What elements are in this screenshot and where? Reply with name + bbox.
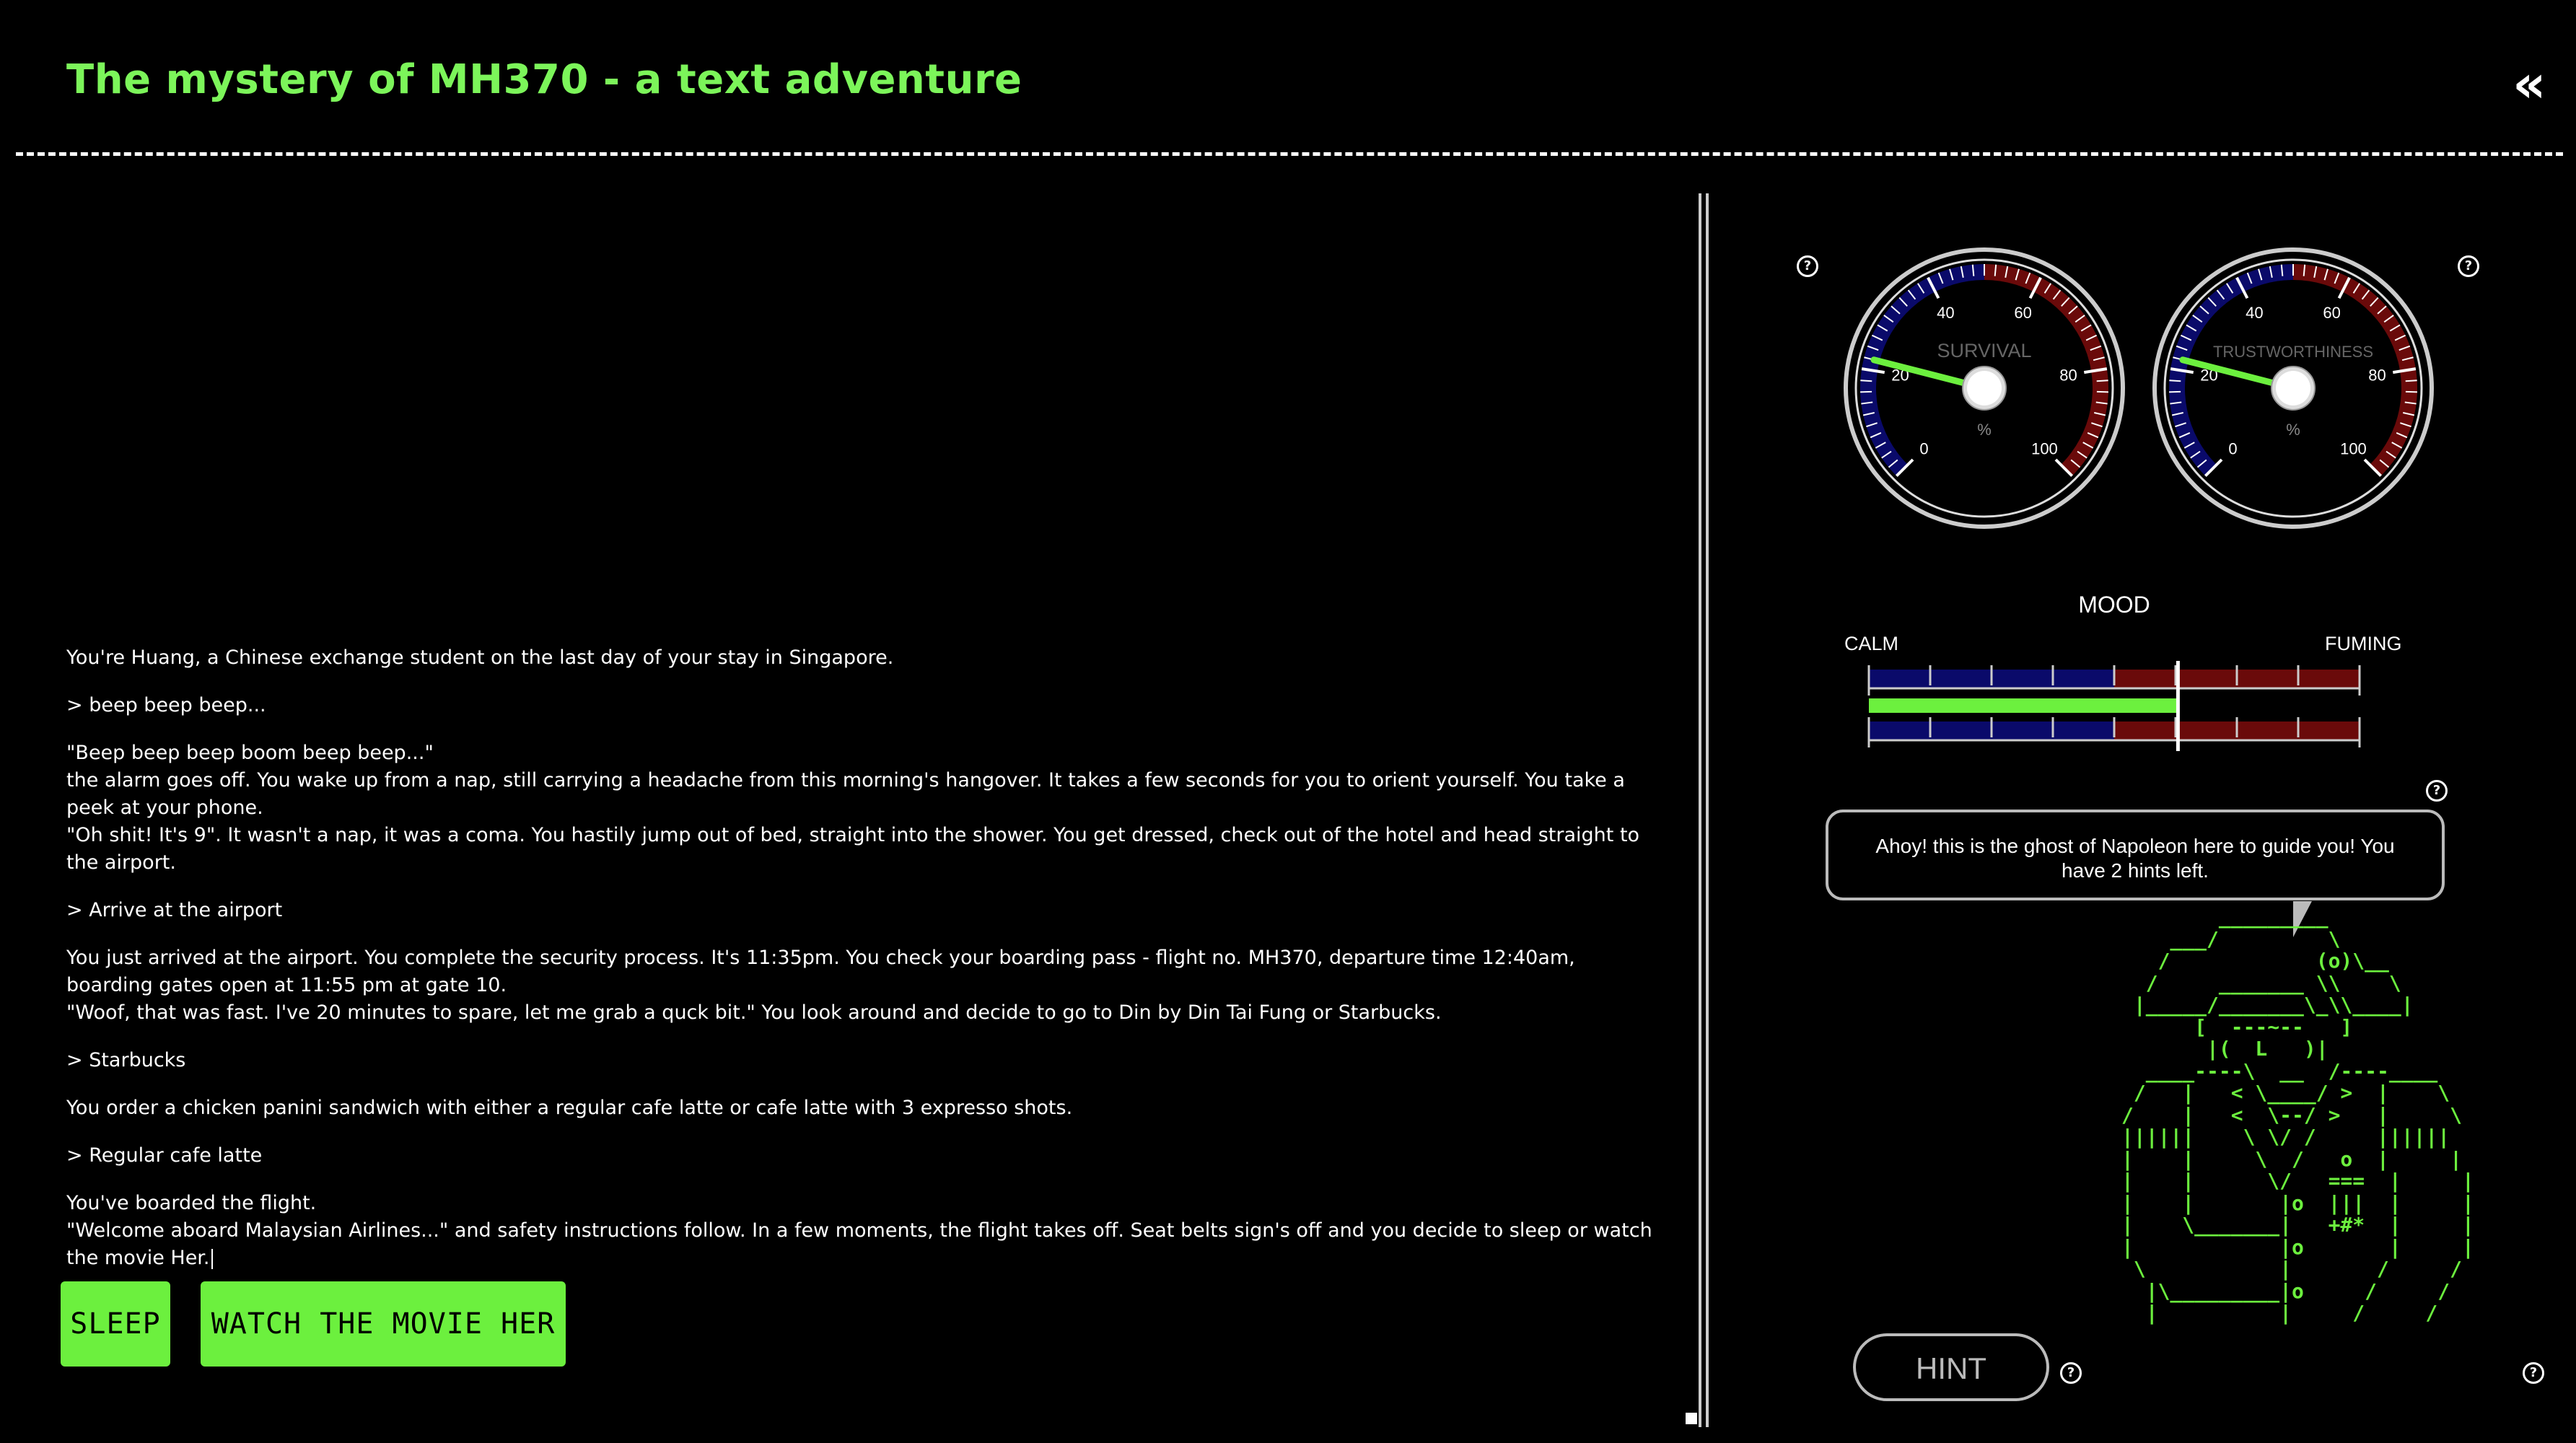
survival-gauge: 02040 6080100 SURVIVAL %: [1844, 247, 2125, 529]
trust-gauge-label: TRUSTWORTHINESS: [2213, 343, 2373, 361]
gauge-tick-label: 40: [2246, 304, 2263, 322]
mood-level-fill: [1869, 698, 2178, 713]
resize-handle[interactable]: [1686, 1413, 1697, 1424]
gauge-tick-label: 100: [2340, 439, 2367, 457]
gauge-tick-label: 80: [2059, 367, 2077, 385]
gauge-tick-label: 60: [2014, 304, 2031, 322]
story-command: > Starbucks: [66, 1049, 186, 1071]
corner-help-icon[interactable]: ?: [2523, 1362, 2544, 1384]
sleep-choice-button[interactable]: SLEEP: [61, 1281, 170, 1367]
survival-gauge-label: SURVIVAL: [1937, 340, 2031, 361]
gauge-tick-label: 60: [2323, 304, 2340, 322]
napoleon-help-icon[interactable]: ?: [2426, 780, 2448, 802]
watch-movie-choice-button[interactable]: WATCH THE MOVIE HER: [201, 1281, 566, 1367]
trustworthiness-gauge: 02040 6080100 TRUSTWORTHINESS %: [2152, 247, 2434, 529]
gauge-tick-label: 0: [2228, 439, 2237, 457]
story-paragraph: You order a chicken panini sandwich with…: [66, 1097, 1073, 1119]
story-log: You're Huang, a Chinese exchange student…: [66, 644, 1654, 1292]
gauge-tick-label: 0: [1919, 439, 1928, 457]
page-title: The mystery of MH370 - a text adventure: [66, 56, 1022, 103]
gauge-tick: [1860, 380, 1872, 382]
gauge-hub-cap: [2276, 371, 2310, 405]
gauge-tick: [2405, 380, 2417, 382]
hint-help-icon[interactable]: ?: [2060, 1362, 2082, 1384]
survival-help-icon[interactable]: ?: [1797, 255, 1818, 277]
survival-gauge-unit: %: [1977, 421, 1992, 439]
text-cursor: [211, 1248, 213, 1269]
trust-help-icon[interactable]: ?: [2458, 255, 2479, 277]
story-command: > Arrive at the airport: [66, 899, 283, 921]
mood-fuming-label: FUMING: [2325, 633, 2402, 654]
story-command: > beep beep beep...: [66, 694, 266, 716]
gauge-tick: [2096, 380, 2108, 382]
gauge-hub-cap: [1967, 371, 2002, 405]
trust-gauge-unit: %: [2286, 421, 2300, 439]
napoleon-ascii-art: _________ ___/ \ / (o)\__ / _______ \\ \…: [2121, 905, 2474, 1325]
gauge-tick: [2169, 380, 2181, 382]
story-current-text: You've boarded the flight. "Welcome aboa…: [66, 1192, 1652, 1269]
collapse-panel-icon[interactable]: «: [2513, 58, 2546, 110]
gauge-tick-label: 100: [2031, 439, 2058, 457]
mood-meter: [1867, 661, 2361, 751]
napoleon-speech-bubble: Ahoy! this is the ghost of Napoleon here…: [1826, 810, 2445, 900]
story-paragraph: "Beep beep beep boom beep beep..." the a…: [66, 742, 1640, 874]
hint-button[interactable]: HINT: [1853, 1333, 2049, 1401]
story-paragraph: You're Huang, a Chinese exchange student…: [66, 646, 894, 669]
gauge-tick-label: 40: [1937, 304, 1954, 322]
gauge-tick-label: 80: [2368, 367, 2386, 385]
panel-divider[interactable]: [1699, 193, 1709, 1427]
story-paragraph: You just arrived at the airport. You com…: [66, 947, 1575, 1024]
header-divider: [16, 152, 2563, 156]
mood-title: MOOD: [2078, 592, 2150, 618]
story-command: > Regular cafe latte: [66, 1144, 263, 1167]
napoleon-message: Ahoy! this is the ghost of Napoleon here…: [1875, 835, 2395, 882]
mood-calm-label: CALM: [1844, 633, 1899, 654]
story-paragraph-current: You've boarded the flight. "Welcome aboa…: [66, 1190, 1654, 1272]
